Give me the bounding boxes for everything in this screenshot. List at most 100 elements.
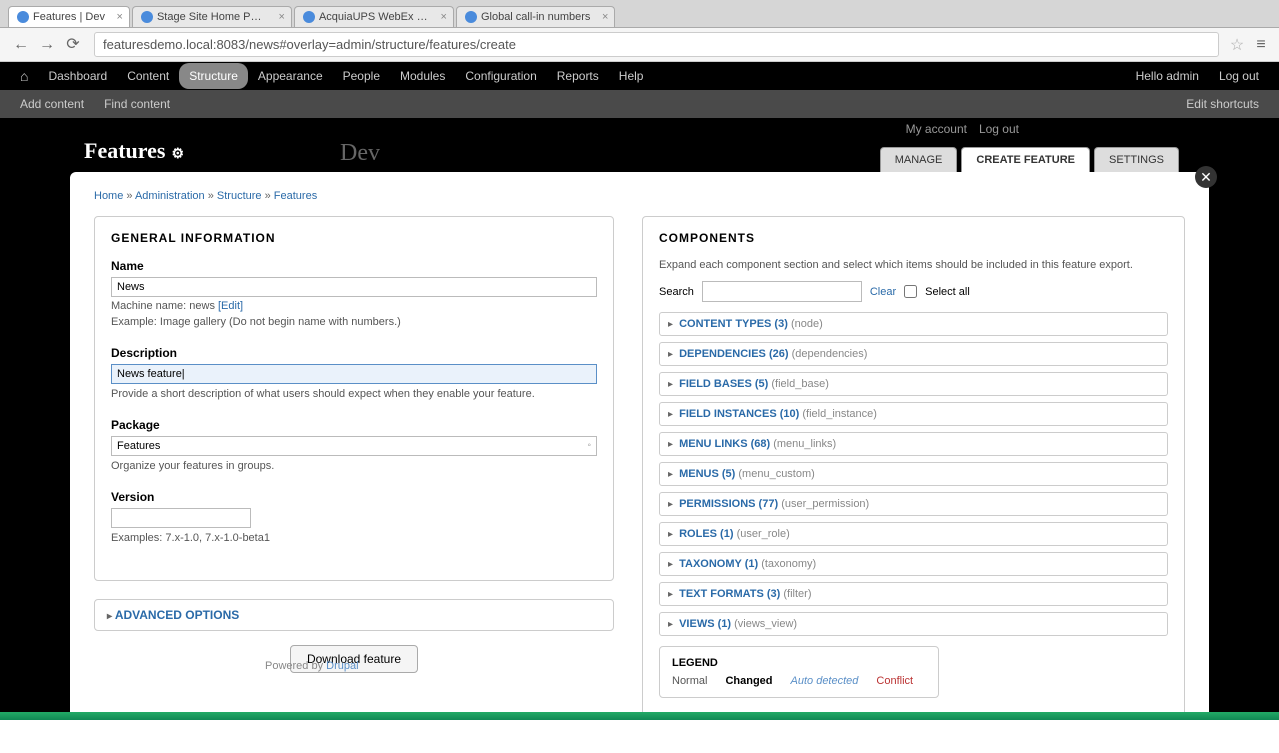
package-label: Package (111, 418, 597, 432)
dropdown-icon[interactable]: ◦ (587, 440, 591, 451)
component-machine: (field_instance) (802, 408, 877, 420)
breadcrumb-admin[interactable]: Administration (135, 190, 205, 202)
search-input[interactable] (702, 281, 862, 302)
components-fieldset: COMPONENTS Expand each component section… (642, 216, 1185, 717)
component-row[interactable]: ▸ PERMISSIONS (77) (user_permission) (659, 492, 1168, 516)
component-row[interactable]: ▸ ROLES (1) (user_role) (659, 522, 1168, 546)
component-row[interactable]: ▸ FIELD BASES (5) (field_base) (659, 372, 1168, 396)
menu-configuration[interactable]: Configuration (455, 63, 546, 89)
find-content-link[interactable]: Find content (94, 91, 180, 117)
component-title: PERMISSIONS (77) (679, 498, 778, 510)
browser-tab[interactable]: Features | Dev × (8, 6, 130, 27)
back-button[interactable]: ← (10, 34, 32, 56)
legend-normal: Normal (672, 675, 707, 687)
component-title: MENU LINKS (68) (679, 438, 770, 450)
chevron-right-icon: ▸ (668, 439, 673, 450)
chevron-right-icon: ▸ (668, 499, 673, 510)
tab-label: Features | Dev (33, 11, 105, 23)
component-row[interactable]: ▸ VIEWS (1) (views_view) (659, 612, 1168, 636)
menu-modules[interactable]: Modules (390, 63, 455, 89)
machine-name-text: Machine name: news [Edit] (111, 300, 597, 312)
menu-people[interactable]: People (333, 63, 390, 89)
admin-toolbar: ⌂ Dashboard Content Structure Appearance… (0, 62, 1279, 90)
close-icon[interactable]: × (602, 11, 608, 23)
description-input[interactable] (111, 364, 597, 384)
component-row[interactable]: ▸ CONTENT TYPES (3) (node) (659, 312, 1168, 336)
home-icon[interactable]: ⌂ (10, 62, 38, 90)
search-label: Search (659, 286, 694, 298)
favicon-icon (465, 11, 477, 23)
menu-reports[interactable]: Reports (547, 63, 609, 89)
close-icon[interactable]: × (441, 11, 447, 23)
section-title: GENERAL INFORMATION (111, 231, 597, 245)
menu-structure[interactable]: Structure (179, 63, 248, 89)
browser-tab[interactable]: AcquiaUPS WebEx Enterp× (294, 6, 454, 27)
component-title: DEPENDENCIES (26) (679, 348, 788, 360)
legend: LEGEND Normal Changed Auto detected Conf… (659, 646, 939, 698)
component-machine: (taxonomy) (761, 558, 816, 570)
address-bar: ← → ⟳ featuresdemo.local:8083/news#overl… (0, 28, 1279, 62)
chevron-right-icon: ▸ (668, 409, 673, 420)
legend-title: LEGEND (672, 657, 926, 669)
favicon-icon (303, 11, 315, 23)
logout-link[interactable]: Log out (1209, 63, 1269, 89)
edit-shortcuts-link[interactable]: Edit shortcuts (1176, 91, 1269, 117)
legend-auto: Auto detected (791, 675, 859, 687)
machine-name-edit-link[interactable]: [Edit] (218, 300, 243, 312)
clear-link[interactable]: Clear (870, 286, 896, 298)
tab-create-feature[interactable]: CREATE FEATURE (961, 147, 1090, 172)
gear-icon[interactable]: ⚙ (171, 147, 184, 162)
name-label: Name (111, 259, 597, 273)
component-row[interactable]: ▸ MENUS (5) (menu_custom) (659, 462, 1168, 486)
browser-tab[interactable]: Stage Site Home Page | St× (132, 6, 292, 27)
url-input[interactable]: featuresdemo.local:8083/news#overlay=adm… (94, 32, 1219, 57)
tab-settings[interactable]: SETTINGS (1094, 147, 1179, 172)
add-content-link[interactable]: Add content (10, 91, 94, 117)
tab-manage[interactable]: MANAGE (880, 147, 958, 172)
overlay-close-icon[interactable]: ✕ (1195, 166, 1217, 188)
bookmark-icon[interactable]: ☆ (1227, 35, 1247, 55)
menu-dashboard[interactable]: Dashboard (38, 63, 117, 89)
component-machine: (dependencies) (792, 348, 868, 360)
name-input[interactable] (111, 277, 597, 297)
menu-help[interactable]: Help (609, 63, 654, 89)
component-machine: (filter) (783, 588, 811, 600)
select-all-checkbox[interactable] (904, 285, 917, 298)
version-input[interactable] (111, 508, 251, 528)
breadcrumb-features[interactable]: Features (274, 190, 317, 202)
breadcrumb-structure[interactable]: Structure (217, 190, 262, 202)
advanced-options-fieldset[interactable]: ADVANCED OPTIONS (94, 599, 614, 631)
component-title: FIELD INSTANCES (10) (679, 408, 799, 420)
chevron-right-icon: ▸ (668, 349, 673, 360)
breadcrumb: Home » Administration » Structure » Feat… (94, 190, 1185, 202)
breadcrumb-home[interactable]: Home (94, 190, 123, 202)
component-row[interactable]: ▸ MENU LINKS (68) (menu_links) (659, 432, 1168, 456)
reload-button[interactable]: ⟳ (62, 34, 84, 56)
component-title: VIEWS (1) (679, 618, 731, 630)
browser-tab[interactable]: Global call-in numbers× (456, 6, 615, 27)
package-input[interactable] (111, 436, 597, 456)
close-icon[interactable]: × (117, 11, 123, 23)
component-machine: (user_role) (737, 528, 790, 540)
tab-label: Stage Site Home Page | St (157, 11, 288, 23)
component-row[interactable]: ▸ FIELD INSTANCES (10) (field_instance) (659, 402, 1168, 426)
component-machine: (node) (791, 318, 823, 330)
component-title: CONTENT TYPES (3) (679, 318, 788, 330)
legend-conflict: Conflict (876, 675, 913, 687)
components-help: Expand each component section and select… (659, 259, 1168, 271)
version-label: Version (111, 490, 597, 504)
hello-user[interactable]: Hello admin (1126, 63, 1209, 89)
component-row[interactable]: ▸ TEXT FORMATS (3) (filter) (659, 582, 1168, 606)
forward-button[interactable]: → (36, 34, 58, 56)
close-icon[interactable]: × (279, 11, 285, 23)
chevron-right-icon: ▸ (668, 469, 673, 480)
name-help: Example: Image gallery (Do not begin nam… (111, 316, 597, 328)
menu-icon[interactable]: ≡ (1251, 36, 1271, 54)
component-row[interactable]: ▸ TAXONOMY (1) (taxonomy) (659, 552, 1168, 576)
component-title: TAXONOMY (1) (679, 558, 758, 570)
menu-content[interactable]: Content (117, 63, 179, 89)
drupal-link[interactable]: Drupal (326, 660, 358, 672)
chevron-right-icon: ▸ (668, 379, 673, 390)
component-row[interactable]: ▸ DEPENDENCIES (26) (dependencies) (659, 342, 1168, 366)
menu-appearance[interactable]: Appearance (248, 63, 333, 89)
